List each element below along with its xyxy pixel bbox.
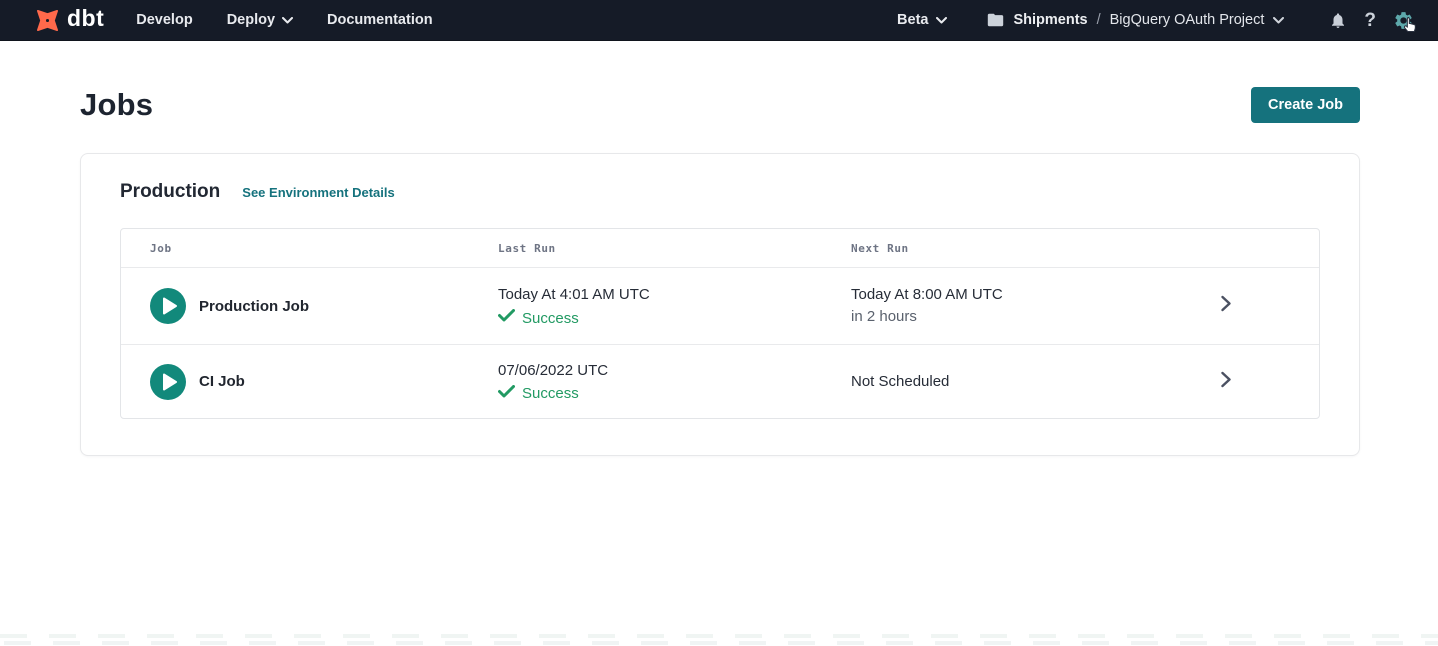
status-text: Success (522, 310, 579, 327)
help-icon[interactable]: ? (1364, 11, 1376, 30)
chevron-right-icon[interactable] (1220, 371, 1232, 393)
job-cell: CI Job (121, 364, 498, 400)
page-header: Jobs Create Job (80, 87, 1360, 123)
check-icon (498, 385, 515, 403)
next-run-note: in 2 hours (851, 307, 1206, 327)
table-row[interactable]: CI Job 07/06/2022 UTC Success Not Schedu… (121, 344, 1319, 418)
run-job-play-button[interactable] (150, 288, 186, 324)
notifications-bell-icon[interactable] (1329, 11, 1347, 30)
run-job-play-button[interactable] (150, 364, 186, 400)
environment-card: Production See Environment Details Job L… (80, 153, 1360, 456)
top-navbar: dbt Develop Deploy Documentation Beta Sh… (0, 0, 1438, 41)
primary-nav: Develop Deploy Documentation (136, 12, 466, 28)
chevron-down-icon (282, 12, 293, 28)
job-name: Production Job (199, 298, 309, 315)
row-chevron-cell (1206, 295, 1319, 317)
nav-item-label: Documentation (327, 12, 433, 28)
chevron-right-icon[interactable] (1220, 295, 1232, 317)
column-header-next-run: Next Run (851, 242, 1206, 255)
dbt-logo-text: dbt (67, 7, 104, 33)
dbt-logo-icon (33, 6, 62, 35)
nav-item-develop[interactable]: Develop (136, 12, 192, 28)
job-cell: Production Job (121, 288, 498, 324)
page-title: Jobs (80, 87, 153, 123)
navbar-right: Beta Shipments / BigQuery OAuth Project … (897, 10, 1414, 31)
last-run-time: 07/06/2022 UTC (498, 361, 851, 381)
next-run-time: Today At 8:00 AM UTC (851, 285, 1206, 305)
table-header-row: Job Last Run Next Run (121, 229, 1319, 268)
footer-dash-divider (4, 641, 1438, 645)
breadcrumb-project[interactable]: BigQuery OAuth Project (1110, 12, 1265, 28)
main-content: Jobs Create Job Production See Environme… (0, 87, 1438, 456)
create-job-button[interactable]: Create Job (1251, 87, 1360, 123)
check-icon (498, 309, 515, 327)
last-run-cell: 07/06/2022 UTC Success (498, 361, 851, 403)
footer-dash-divider (0, 634, 1438, 638)
column-header-last-run: Last Run (498, 242, 851, 255)
breadcrumb-separator: / (1097, 12, 1101, 28)
next-run-time: Not Scheduled (851, 372, 1206, 392)
environment-header: Production See Environment Details (120, 181, 1320, 203)
chevron-down-icon (936, 12, 947, 28)
nav-item-label: Deploy (227, 12, 275, 28)
environment-name: Production (120, 181, 220, 203)
nav-item-documentation[interactable]: Documentation (327, 12, 433, 28)
breadcrumb-account[interactable]: Shipments (1013, 12, 1087, 28)
chevron-down-icon (1273, 12, 1284, 28)
last-run-status: Success (498, 309, 851, 327)
last-run-status: Success (498, 385, 851, 403)
last-run-time: Today At 4:01 AM UTC (498, 285, 851, 305)
next-run-cell: Not Scheduled (851, 372, 1206, 392)
status-text: Success (522, 385, 579, 402)
dbt-logo[interactable]: dbt (33, 6, 104, 35)
table-row[interactable]: Production Job Today At 4:01 AM UTC Succ… (121, 268, 1319, 344)
column-header-job: Job (121, 242, 498, 255)
navbar-icons: ? (1312, 10, 1414, 31)
beta-label: Beta (897, 12, 928, 28)
nav-item-label: Develop (136, 12, 192, 28)
row-chevron-cell (1206, 371, 1319, 393)
breadcrumb: Shipments / BigQuery OAuth Project (987, 12, 1284, 28)
jobs-table: Job Last Run Next Run Production Job (120, 228, 1320, 419)
settings-gear-icon[interactable] (1393, 10, 1414, 31)
folder-icon (987, 13, 1004, 27)
see-environment-details-link[interactable]: See Environment Details (242, 185, 394, 200)
beta-dropdown[interactable]: Beta (897, 12, 947, 28)
last-run-cell: Today At 4:01 AM UTC Success (498, 285, 851, 327)
nav-item-deploy[interactable]: Deploy (227, 12, 293, 28)
job-name: CI Job (199, 373, 245, 390)
next-run-cell: Today At 8:00 AM UTC in 2 hours (851, 285, 1206, 327)
